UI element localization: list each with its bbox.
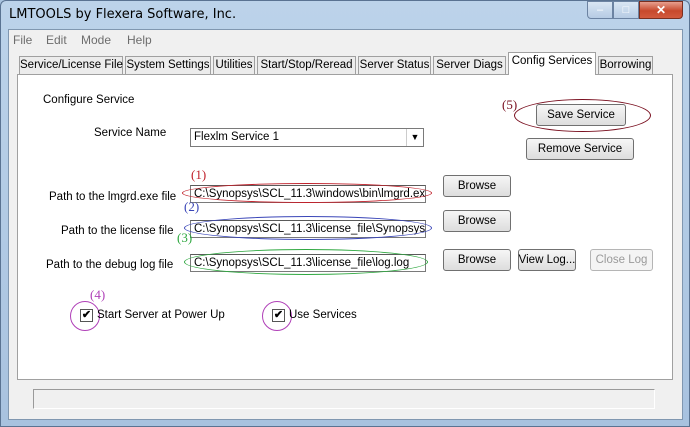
menu-file[interactable]: File xyxy=(13,33,32,47)
menu-edit[interactable]: Edit xyxy=(46,33,67,47)
tab-start-stop-reread[interactable]: Start/Stop/Reread xyxy=(257,56,356,74)
menu-help[interactable]: Help xyxy=(127,33,152,47)
license-path-field[interactable]: C:\Synopsys\SCL_11.3\license_file\Synops… xyxy=(190,220,426,238)
tab-borrowing[interactable]: Borrowing xyxy=(598,56,653,74)
service-name-label: Service Name xyxy=(94,127,167,139)
section-title: Configure Service xyxy=(43,94,135,106)
status-bar xyxy=(33,389,655,409)
lmgrd-path-field[interactable]: C:\Synopsys\SCL_11.3\windows\bin\lmgrd.e… xyxy=(190,185,426,203)
close-button[interactable]: ✕ xyxy=(639,1,683,19)
remove-service-button[interactable]: Remove Service xyxy=(526,138,634,160)
client-area: File Edit Mode Help Service/License File… xyxy=(8,29,683,420)
window-title: LMTOOLS by Flexera Software, Inc. xyxy=(9,7,237,22)
use-services-checkbox[interactable]: ✔ xyxy=(272,309,285,322)
menu-bar: File Edit Mode Help xyxy=(9,30,682,50)
save-service-button[interactable]: Save Service xyxy=(536,104,626,126)
lmtools-window: LMTOOLS by Flexera Software, Inc. – □ ✕ … xyxy=(0,0,690,427)
annotation-4: (4) xyxy=(90,287,106,302)
close-log-button: Close Log xyxy=(590,249,653,271)
maximize-button[interactable]: □ xyxy=(613,1,639,19)
browse-lmgrd-button[interactable]: Browse xyxy=(443,175,511,197)
debug-log-field[interactable]: C:\Synopsys\SCL_11.3\license_file\log.lo… xyxy=(190,254,426,272)
lmgrd-path-label: Path to the lmgrd.exe file xyxy=(49,191,177,203)
title-bar[interactable]: LMTOOLS by Flexera Software, Inc. – □ ✕ xyxy=(1,1,689,29)
annotation-5: (5) xyxy=(502,97,518,112)
tab-service-license-file[interactable]: Service/License File xyxy=(19,56,123,74)
start-at-powerup-label: Start Server at Power Up xyxy=(97,309,225,321)
tab-config-services[interactable]: Config Services xyxy=(508,52,596,75)
use-services-label: Use Services xyxy=(289,309,357,321)
minimize-button[interactable]: – xyxy=(587,1,613,19)
browse-debug-log-button[interactable]: Browse xyxy=(443,249,511,271)
menu-mode[interactable]: Mode xyxy=(81,33,111,47)
debug-log-label: Path to the debug log file xyxy=(46,259,174,271)
annotation-2: (2) xyxy=(184,199,200,214)
start-at-powerup-checkbox[interactable]: ✔ xyxy=(80,309,93,322)
tab-utilities[interactable]: Utilities xyxy=(213,56,255,74)
caption-buttons: – □ ✕ xyxy=(587,1,683,21)
annotation-1: (1) xyxy=(191,167,207,182)
browse-license-button[interactable]: Browse xyxy=(443,210,511,232)
chevron-down-icon[interactable]: ▼ xyxy=(406,129,423,146)
tab-server-status[interactable]: Server Status xyxy=(358,56,431,74)
annotation-3: (3) xyxy=(177,230,193,245)
tab-system-settings[interactable]: System Settings xyxy=(125,56,211,74)
service-name-value: Flexlm Service 1 xyxy=(194,131,279,143)
license-path-label: Path to the license file xyxy=(61,225,174,237)
tab-server-diags[interactable]: Server Diags xyxy=(433,56,506,74)
view-log-button[interactable]: View Log... xyxy=(518,249,576,271)
service-name-select[interactable]: Flexlm Service 1 ▼ xyxy=(190,128,424,147)
config-services-panel: Configure Service Service Name Flexlm Se… xyxy=(17,74,673,380)
